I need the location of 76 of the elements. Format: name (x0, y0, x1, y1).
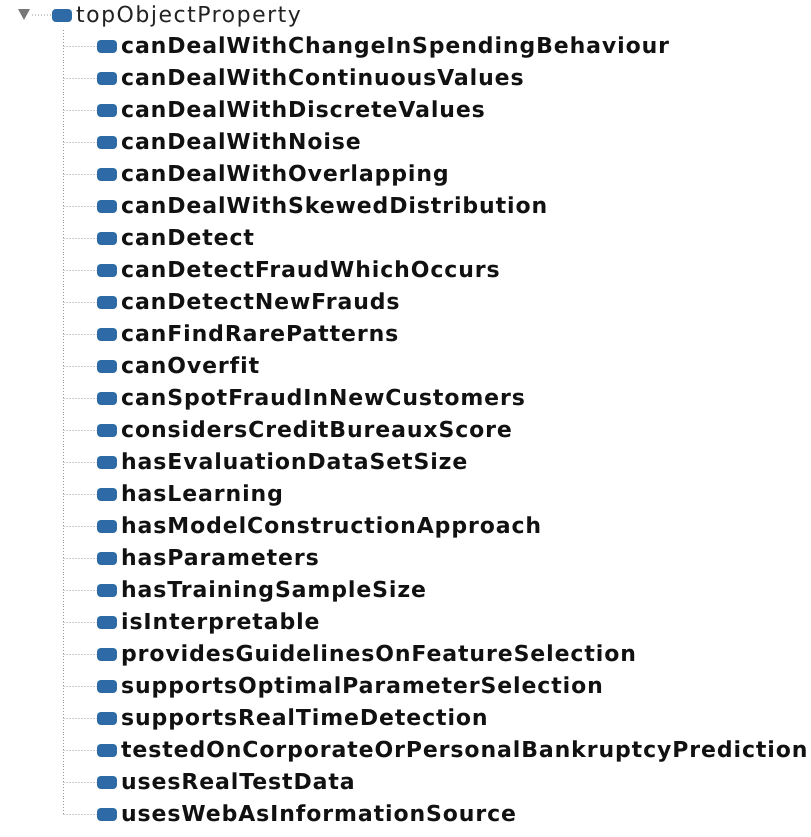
tree-connector-line (63, 510, 97, 542)
collapse-icon[interactable] (18, 8, 52, 22)
tree-item[interactable]: isInterpretable (121, 610, 320, 634)
tree-connector-line (63, 158, 97, 190)
property-icon (97, 712, 117, 724)
tree-item[interactable]: testedOnCorporateOrPersonalBankruptcyPrediction (121, 738, 808, 762)
tree-connector-line (63, 702, 97, 734)
tree-item[interactable]: canDealWithOverlapping (121, 162, 450, 186)
property-icon (97, 616, 117, 628)
tree-item[interactable]: hasTrainingSampleSize (121, 578, 427, 602)
tree-connector-line (63, 382, 97, 414)
property-icon (97, 680, 117, 692)
property-icon (97, 392, 117, 404)
tree-item[interactable]: canFindRarePatterns (121, 322, 400, 346)
property-icon (52, 8, 72, 22)
tree-item[interactable]: considersCreditBureauxScore (121, 418, 513, 442)
tree-item[interactable]: hasEvaluationDataSetSize (121, 450, 468, 474)
tree-item[interactable]: canDealWithDiscreteValues (121, 98, 486, 122)
tree-connector-line (63, 414, 97, 446)
tree-connector-line (63, 478, 97, 510)
tree-connector-line (63, 94, 97, 126)
property-icon (97, 456, 117, 468)
tree-connector-line (63, 126, 97, 158)
property-icon (97, 776, 117, 788)
tree-item[interactable]: canDealWithSkewedDistribution (121, 194, 548, 218)
property-icon (97, 552, 117, 564)
tree-item[interactable]: supportsRealTimeDetection (121, 706, 488, 730)
tree-connector-line (63, 350, 97, 382)
tree-connector-line (63, 574, 97, 606)
tree-item[interactable]: canDetect (121, 226, 255, 250)
tree-connector-line (63, 222, 97, 254)
tree-item[interactable]: canOverfit (121, 354, 260, 378)
property-icon (97, 168, 117, 180)
property-icon (97, 520, 117, 532)
tree-item[interactable]: supportsOptimalParameterSelection (121, 674, 604, 698)
tree-connector-line (63, 446, 97, 478)
tree-item[interactable]: topObjectProperty (76, 2, 302, 28)
property-icon (97, 264, 117, 276)
property-icon (97, 200, 117, 212)
tree-item[interactable]: canDealWithChangeInSpendingBehaviour (121, 34, 670, 58)
property-icon (97, 104, 117, 116)
tree-connector-line (63, 62, 97, 94)
tree-connector-line (63, 30, 97, 62)
property-icon (97, 808, 117, 820)
property-icon (97, 424, 117, 436)
property-icon (97, 328, 117, 340)
property-icon (97, 72, 117, 84)
property-icon (97, 296, 117, 308)
tree-item[interactable]: canSpotFraudInNewCustomers (121, 386, 526, 410)
property-icon (97, 360, 117, 372)
tree-connector-line (63, 606, 97, 638)
tree-item[interactable]: canDetectFraudWhichOccurs (121, 258, 501, 282)
tree-connector-line (63, 734, 97, 766)
tree-item[interactable]: hasLearning (121, 482, 284, 506)
tree-item[interactable]: hasModelConstructionApproach (121, 514, 542, 538)
tree-item[interactable]: canDealWithNoise (121, 130, 362, 154)
tree-connector-line (63, 190, 97, 222)
tree-connector-line (63, 286, 97, 318)
tree-item[interactable]: usesWebAsInformationSource (121, 802, 517, 826)
property-icon (97, 584, 117, 596)
tree-connector-line (63, 254, 97, 286)
tree-connector-line (63, 670, 97, 702)
property-icon (97, 40, 117, 52)
tree-item[interactable]: canDetectNewFrauds (121, 290, 400, 314)
property-icon (97, 648, 117, 660)
tree-connector-line (63, 542, 97, 574)
tree-item[interactable]: providesGuidelinesOnFeatureSelection (121, 642, 637, 666)
tree-item[interactable]: usesRealTestData (121, 770, 356, 794)
property-icon (97, 488, 117, 500)
tree-item[interactable]: hasParameters (121, 546, 320, 570)
tree-connector-line (63, 318, 97, 350)
property-icon (97, 136, 117, 148)
tree-connector-line (63, 638, 97, 670)
property-icon (97, 744, 117, 756)
property-icon (97, 232, 117, 244)
tree-item[interactable]: canDealWithContinuousValues (121, 66, 524, 90)
